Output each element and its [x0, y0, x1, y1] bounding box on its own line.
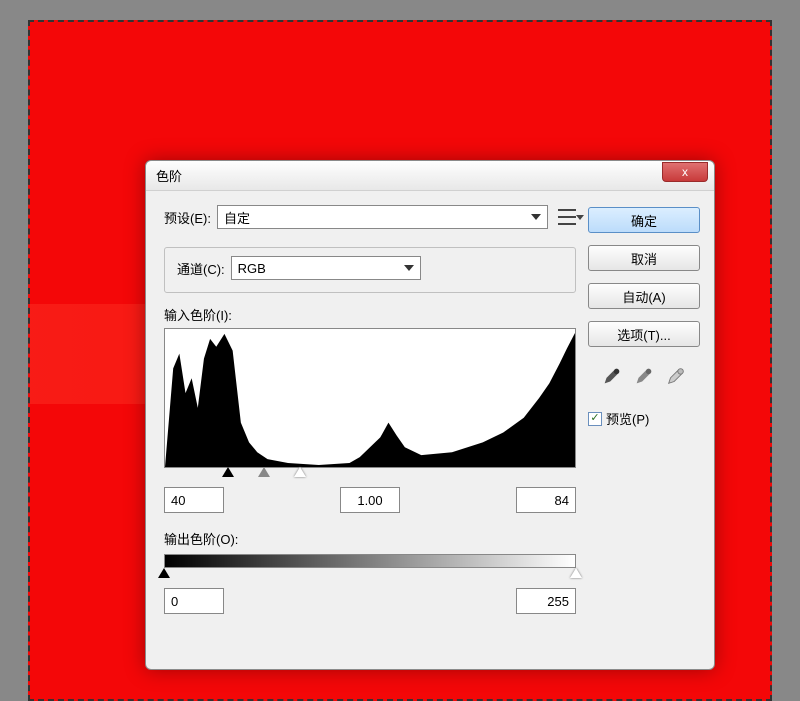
preview-row: ✓ 预览(P) [588, 409, 700, 428]
output-white-field[interactable] [516, 588, 576, 614]
channel-dropdown[interactable]: RGB [231, 256, 421, 280]
output-slider-track[interactable] [164, 568, 576, 582]
ok-button[interactable]: 确定 [588, 207, 700, 233]
dialog-title: 色阶 [156, 166, 182, 185]
dialog-body: 预设(E): 自定 通道(C): RGB 输入色阶(I): [146, 191, 714, 669]
preset-value: 自定 [224, 208, 250, 227]
output-value-row [164, 588, 576, 614]
preset-dropdown[interactable]: 自定 [217, 205, 548, 229]
eyedropper-white-icon[interactable] [665, 365, 687, 387]
dialog-left-column: 预设(E): 自定 通道(C): RGB 输入色阶(I): [164, 205, 576, 655]
eyedropper-black-icon[interactable] [601, 365, 623, 387]
output-black-field[interactable] [164, 588, 224, 614]
eyedropper-row [588, 365, 700, 387]
input-slider-track[interactable] [164, 467, 576, 481]
channel-value: RGB [238, 261, 266, 276]
chevron-down-icon [531, 214, 541, 220]
auto-button[interactable]: 自动(A) [588, 283, 700, 309]
chevron-down-icon [404, 265, 414, 271]
input-white-slider[interactable] [294, 467, 306, 477]
channel-label: 通道(C): [177, 259, 225, 278]
input-white-field[interactable] [516, 487, 576, 513]
preview-label: 预览(P) [606, 409, 649, 428]
input-gamma-field[interactable] [340, 487, 400, 513]
input-levels-label: 输入色阶(I): [164, 305, 576, 324]
options-button[interactable]: 选项(T)... [588, 321, 700, 347]
input-gamma-slider[interactable] [258, 467, 270, 477]
preset-row: 预设(E): 自定 [164, 205, 576, 229]
close-icon: x [682, 165, 688, 179]
output-gradient [164, 554, 576, 568]
histogram [164, 328, 576, 468]
eyedropper-gray-icon[interactable] [633, 365, 655, 387]
output-black-slider[interactable] [158, 568, 170, 578]
close-button[interactable]: x [662, 162, 708, 182]
input-value-row [164, 487, 576, 513]
dialog-right-column: 确定 取消 自动(A) 选项(T)... ✓ 预览(P) [588, 205, 700, 655]
histogram-svg [165, 329, 575, 467]
levels-dialog: 色阶 x 预设(E): 自定 通道(C): RGB 输入色阶(I) [145, 160, 715, 670]
output-white-slider[interactable] [570, 568, 582, 578]
input-black-field[interactable] [164, 487, 224, 513]
preset-menu-icon[interactable] [558, 209, 576, 225]
dialog-titlebar[interactable]: 色阶 x [146, 161, 714, 191]
cancel-button[interactable]: 取消 [588, 245, 700, 271]
input-black-slider[interactable] [222, 467, 234, 477]
preset-label: 预设(E): [164, 208, 211, 227]
preview-checkbox[interactable]: ✓ [588, 412, 602, 426]
output-levels-label: 输出色阶(O): [164, 529, 576, 548]
channel-fieldset: 通道(C): RGB [164, 247, 576, 293]
